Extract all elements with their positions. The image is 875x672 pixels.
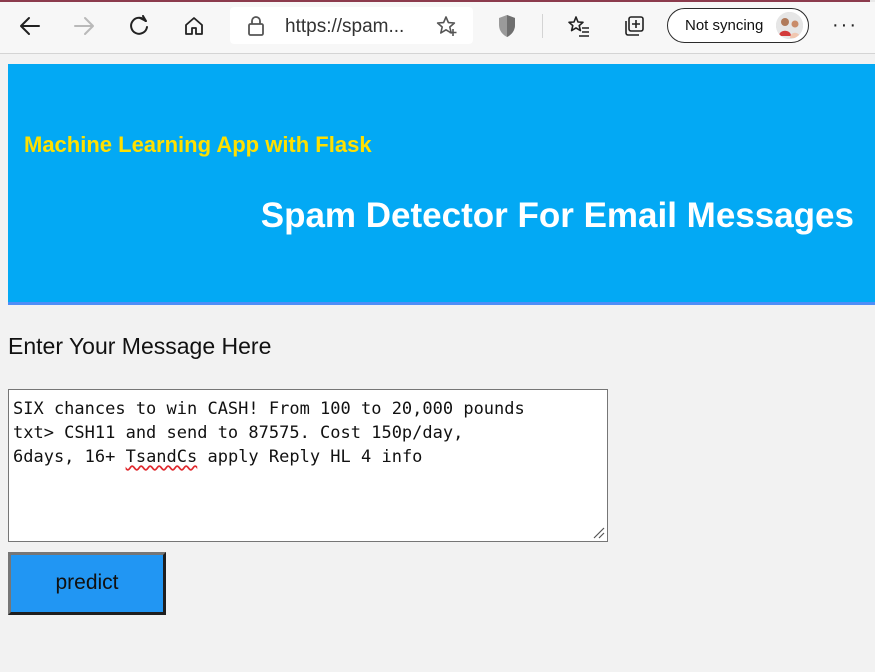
app-subtitle: Machine Learning App with Flask (24, 132, 372, 157)
favorites-button[interactable] (561, 8, 597, 44)
page-title: Spam Detector For Email Messages (260, 196, 854, 235)
message-line-2: txt> CSH11 and send to 87575. Cost 150p/… (13, 423, 464, 443)
message-prompt-label: Enter Your Message Here (8, 333, 272, 359)
favorites-list-icon (568, 16, 589, 37)
lock-icon (248, 16, 264, 36)
window-accent-line (0, 0, 870, 2)
window-top-edge (0, 0, 875, 2)
collections-icon (625, 16, 644, 36)
predict-button[interactable]: predict (8, 552, 166, 615)
home-button[interactable] (176, 8, 212, 44)
url-text: https://spam... (285, 16, 405, 37)
header-banner: Machine Learning App with Flask Spam Det… (8, 64, 875, 305)
back-button[interactable] (12, 8, 48, 44)
misspelled-word: TsandCs (125, 447, 198, 467)
message-textarea[interactable]: SIX chances to win CASH! From 100 to 20,… (8, 389, 608, 542)
forward-button[interactable] (66, 8, 102, 44)
forward-arrow-icon (74, 17, 94, 35)
refresh-button[interactable] (121, 8, 157, 44)
tracking-prevention-shield-icon[interactable] (497, 14, 517, 38)
settings-more-button[interactable]: ··· (832, 14, 858, 37)
back-arrow-icon (20, 17, 40, 35)
profile-sync-button[interactable]: Not syncing (667, 8, 809, 43)
add-favorite-icon[interactable] (436, 15, 458, 37)
message-line-1: SIX chances to win CASH! From 100 to 20,… (13, 399, 525, 419)
sync-status-label: Not syncing (685, 17, 764, 34)
address-bar[interactable]: https://spam... (230, 7, 473, 44)
message-line-3-start: 6days, 16+ (13, 447, 126, 467)
refresh-icon (130, 15, 148, 35)
resize-grip-icon[interactable] (591, 525, 605, 539)
profile-avatar (776, 12, 803, 39)
browser-toolbar: https://spam... Not syncing ··· (0, 0, 875, 54)
collections-button[interactable] (616, 8, 652, 44)
message-line-3-end: apply Reply HL 4 info (197, 447, 423, 467)
home-icon (185, 17, 203, 35)
toolbar-divider (542, 14, 543, 38)
